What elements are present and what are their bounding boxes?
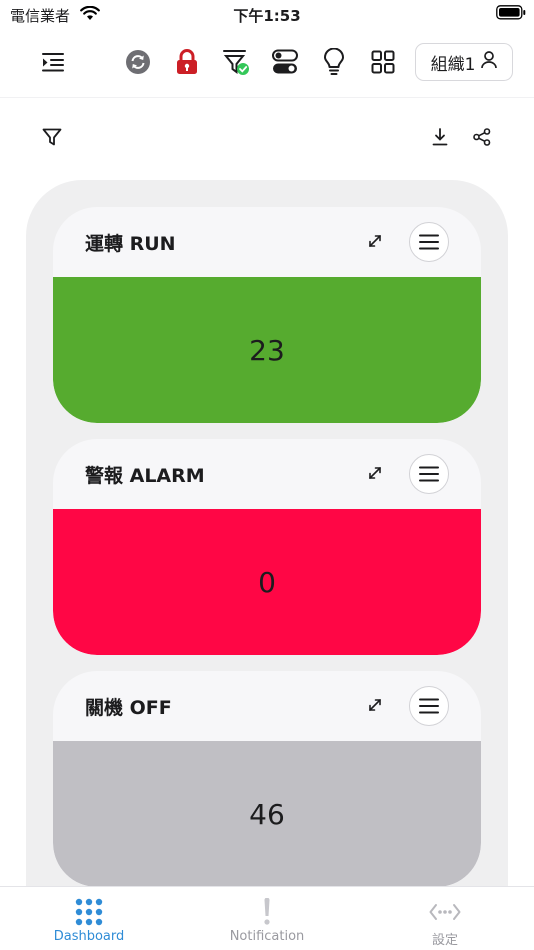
tab-label: 設定 — [431, 933, 458, 948]
card-value-area: 46 — [53, 741, 481, 887]
card-header: 警報 ALARM — [53, 439, 481, 509]
card-header: 關機 OFF — [53, 671, 481, 741]
bottom-tab-bar: Dashboard Notification 設定 — [0, 886, 534, 950]
toggle-icon[interactable] — [265, 42, 305, 82]
clock: 下午1:53 — [233, 7, 301, 25]
card-value-area: 23 — [53, 277, 481, 423]
tab-dashboard[interactable]: Dashboard — [0, 887, 178, 950]
card-menu-button[interactable] — [409, 454, 449, 494]
expand-icon[interactable] — [363, 229, 387, 253]
card-value: 23 — [249, 333, 285, 367]
download-icon[interactable] — [425, 122, 455, 152]
card-value-area: 0 — [53, 509, 481, 655]
filter-check-icon[interactable] — [216, 42, 256, 82]
sync-icon[interactable] — [118, 42, 158, 82]
organization-label: 組織1 — [430, 54, 476, 75]
tab-label: Notification — [229, 929, 305, 944]
card-header: 運轉 RUN — [53, 207, 481, 277]
status-card-off: 關機 OFF 46 — [53, 671, 481, 887]
card-value: 46 — [249, 797, 285, 831]
card-title: 關機 OFF — [85, 697, 172, 719]
card-menu-button[interactable] — [409, 686, 449, 726]
battery-icon — [496, 5, 526, 20]
exclamation-icon — [262, 897, 272, 927]
status-card-alarm: 警報 ALARM 0 — [53, 439, 481, 655]
filter-icon[interactable] — [37, 122, 67, 152]
status-bar: 電信業者 下午1:53 — [0, 0, 534, 28]
expand-icon[interactable] — [363, 461, 387, 485]
grid-dots-icon — [75, 897, 103, 927]
lock-icon[interactable] — [167, 42, 207, 82]
status-card-run: 運轉 RUN 23 — [53, 207, 481, 423]
tab-notification[interactable]: Notification — [178, 887, 356, 950]
tab-settings[interactable]: 設定 — [356, 887, 534, 950]
grid-icon[interactable] — [363, 42, 403, 82]
user-icon — [481, 50, 498, 74]
tab-label: Dashboard — [53, 929, 125, 944]
card-title: 運轉 RUN — [85, 233, 176, 255]
menu-indent-icon[interactable] — [33, 42, 73, 82]
card-value: 0 — [258, 565, 276, 599]
top-toolbar: 組織1 — [0, 28, 534, 98]
expand-icon[interactable] — [363, 693, 387, 717]
card-title: 警報 ALARM — [85, 465, 205, 487]
share-icon[interactable] — [467, 122, 497, 152]
code-dots-icon — [429, 897, 461, 927]
lightbulb-icon[interactable] — [314, 42, 354, 82]
card-menu-button[interactable] — [409, 222, 449, 262]
organization-button[interactable]: 組織1 — [415, 43, 513, 81]
